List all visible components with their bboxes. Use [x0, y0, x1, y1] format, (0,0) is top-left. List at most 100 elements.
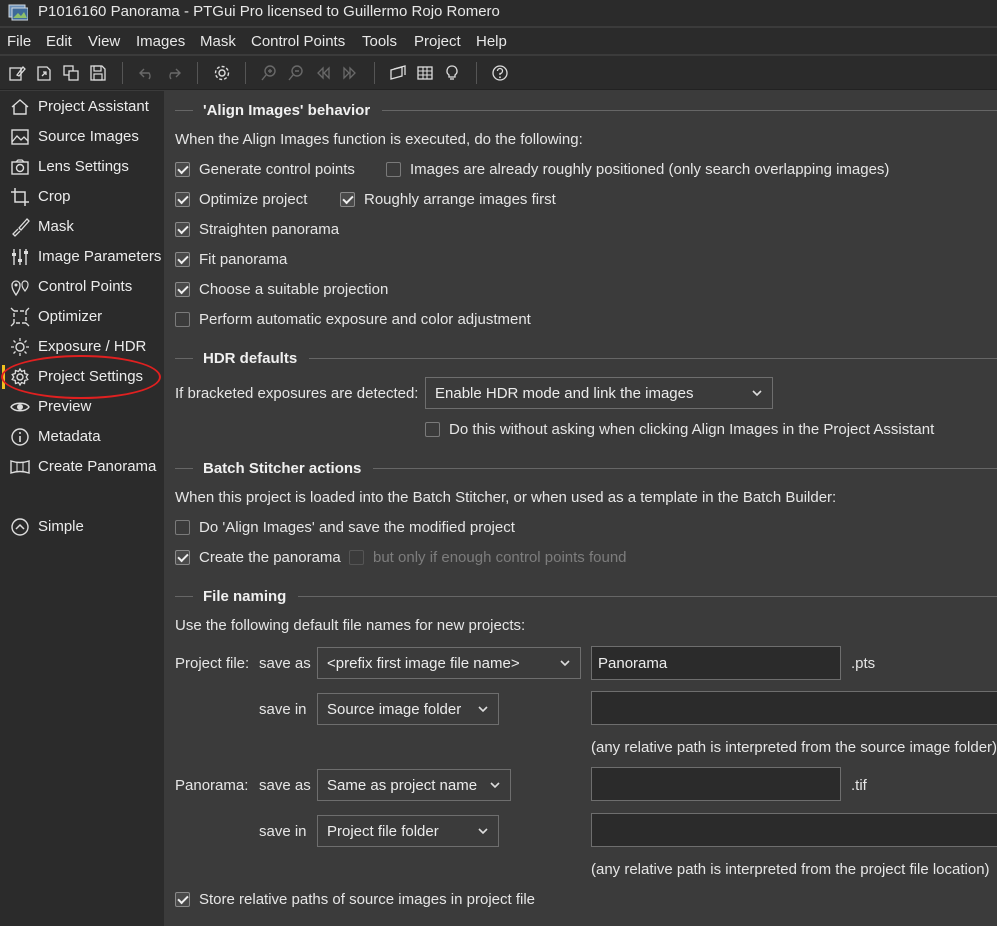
sidebar-item-project-assistant[interactable]: Project Assistant [0, 92, 164, 122]
optimize-project-checkbox[interactable] [175, 192, 190, 207]
crop-icon [10, 187, 32, 207]
sidebar-item-label: Crop [38, 188, 71, 205]
roughly-arrange-label[interactable]: Roughly arrange images first [364, 191, 556, 208]
relative-paths-label[interactable]: Store relative paths of source images in… [199, 891, 535, 908]
relative-paths-checkbox[interactable] [175, 892, 190, 907]
hdr-no-ask-label[interactable]: Do this without asking when clicking Ali… [449, 421, 934, 438]
generate-control-points-label[interactable]: Generate control points [199, 161, 355, 178]
auto-exposure-label[interactable]: Perform automatic exposure and color adj… [199, 311, 531, 328]
window-title: P1016160 Panorama - PTGui Pro licensed t… [38, 3, 500, 20]
section-hdr-defaults: HDR defaults [175, 348, 997, 368]
fit-panorama-label[interactable]: Fit panorama [199, 251, 287, 268]
sidebar-item-label: Project Settings [38, 368, 144, 385]
sidebar-item-label: Image Parameters [38, 248, 162, 265]
panorama-file-name-input[interactable] [591, 767, 841, 801]
sidebar-item-lens-settings[interactable]: Lens Settings [0, 152, 164, 182]
open-project-icon[interactable] [33, 62, 55, 84]
table-icon[interactable] [414, 62, 436, 84]
undo-icon[interactable] [136, 62, 158, 84]
project-save-in-select[interactable]: Source image folder [317, 693, 499, 725]
batch-intro-text: When this project is loaded into the Bat… [175, 489, 837, 506]
hdr-mode-select[interactable]: Enable HDR mode and link the images [425, 377, 773, 409]
menu-file[interactable]: File [7, 33, 31, 50]
sidebar-item-create-panorama[interactable]: Create Panorama [0, 452, 164, 482]
menu-mask[interactable]: Mask [200, 33, 236, 50]
panorama-save-as-select[interactable]: Same as project name [317, 769, 511, 801]
sidebar-item-label: Create Panorama [38, 458, 157, 475]
sidebar-item-image-parameters[interactable]: Image Parameters [0, 242, 164, 272]
align-and-save-label[interactable]: Do 'Align Images' and save the modified … [199, 519, 515, 536]
sidebar-item-label: Simple [38, 518, 84, 535]
toolbar-separator [476, 62, 477, 84]
optimize-project-label[interactable]: Optimize project [199, 191, 307, 208]
new-project-icon[interactable] [6, 62, 28, 84]
enough-control-points-checkbox[interactable] [349, 550, 364, 565]
zoom-in-icon[interactable] [258, 62, 280, 84]
save-icon[interactable] [87, 62, 109, 84]
generate-control-points-checkbox[interactable] [175, 162, 190, 177]
sidebar-item-label: Lens Settings [38, 158, 129, 175]
roughly-arrange-checkbox[interactable] [340, 192, 355, 207]
section-title: Batch Stitcher actions [203, 459, 362, 477]
fit-panorama-checkbox[interactable] [175, 252, 190, 267]
menu-images[interactable]: Images [136, 33, 185, 50]
sidebar-item-control-points[interactable]: Control Points [0, 272, 164, 302]
zoom-out-icon[interactable] [285, 62, 307, 84]
menu-view[interactable]: View [88, 33, 120, 50]
project-folder-input[interactable] [591, 691, 997, 725]
sidebar-item-metadata[interactable]: Metadata [0, 422, 164, 452]
auto-exposure-checkbox[interactable] [175, 312, 190, 327]
roughly-positioned-label[interactable]: Images are already roughly positioned (o… [410, 161, 889, 178]
copy-icon[interactable] [60, 62, 82, 84]
sidebar-item-simple[interactable]: Simple [0, 512, 164, 542]
sidebar-item-mask[interactable]: Mask [0, 212, 164, 242]
project-save-as-select[interactable]: <prefix first image file name> [317, 647, 581, 679]
choose-projection-label[interactable]: Choose a suitable projection [199, 281, 388, 298]
project-save-in-value: Source image folder [327, 700, 462, 718]
sidebar-item-source-images[interactable]: Source Images [0, 122, 164, 152]
section-title: File naming [203, 587, 287, 605]
sidebar-item-optimizer[interactable]: Optimizer [0, 302, 164, 332]
sidebar-item-project-settings[interactable]: Project Settings [0, 362, 164, 392]
align-and-save-checkbox[interactable] [175, 520, 190, 535]
panorama-icon [10, 457, 32, 477]
project-file-name-input[interactable]: Panorama [591, 646, 841, 680]
hdr-mode-value: Enable HDR mode and link the images [435, 384, 694, 402]
panorama-folder-input[interactable] [591, 813, 997, 847]
previous-icon[interactable] [312, 62, 334, 84]
menu-tools[interactable]: Tools [362, 33, 397, 50]
menu-control-points[interactable]: Control Points [251, 33, 345, 50]
project-extension: .pts [851, 655, 876, 672]
chevron-up-icon [10, 517, 32, 537]
roughly-positioned-checkbox[interactable] [386, 162, 401, 177]
hdr-no-ask-checkbox[interactable] [425, 422, 440, 437]
help-icon[interactable] [489, 62, 511, 84]
straighten-panorama-label[interactable]: Straighten panorama [199, 221, 339, 238]
lightbulb-icon[interactable] [441, 62, 463, 84]
eye-icon [10, 397, 32, 417]
straighten-panorama-checkbox[interactable] [175, 222, 190, 237]
toolbar [0, 56, 997, 90]
sidebar-item-preview[interactable]: Preview [0, 392, 164, 422]
menu-project[interactable]: Project [414, 33, 461, 50]
title-bar: P1016160 Panorama - PTGui Pro licensed t… [0, 0, 997, 26]
section-align-images: 'Align Images' behavior [175, 100, 997, 120]
next-icon[interactable] [339, 62, 361, 84]
menu-edit[interactable]: Edit [46, 33, 72, 50]
sidebar-item-crop[interactable]: Crop [0, 182, 164, 212]
chevron-down-icon [752, 390, 762, 397]
choose-projection-checkbox[interactable] [175, 282, 190, 297]
sidebar-item-exposure-hdr[interactable]: Exposure / HDR [0, 332, 164, 362]
create-panorama-checkbox[interactable] [175, 550, 190, 565]
chevron-down-icon [478, 828, 488, 835]
chevron-down-icon [560, 660, 570, 667]
redo-icon[interactable] [162, 62, 184, 84]
panorama-path-note: (any relative path is interpreted from t… [591, 861, 990, 878]
create-panorama-label[interactable]: Create the panorama [199, 549, 341, 566]
section-title: HDR defaults [203, 349, 298, 367]
panorama-save-in-select[interactable]: Project file folder [317, 815, 499, 847]
menu-help[interactable]: Help [476, 33, 507, 50]
panorama-label: Panorama: [175, 777, 249, 794]
settings-icon[interactable] [211, 62, 233, 84]
panorama-editor-icon[interactable] [387, 62, 409, 84]
